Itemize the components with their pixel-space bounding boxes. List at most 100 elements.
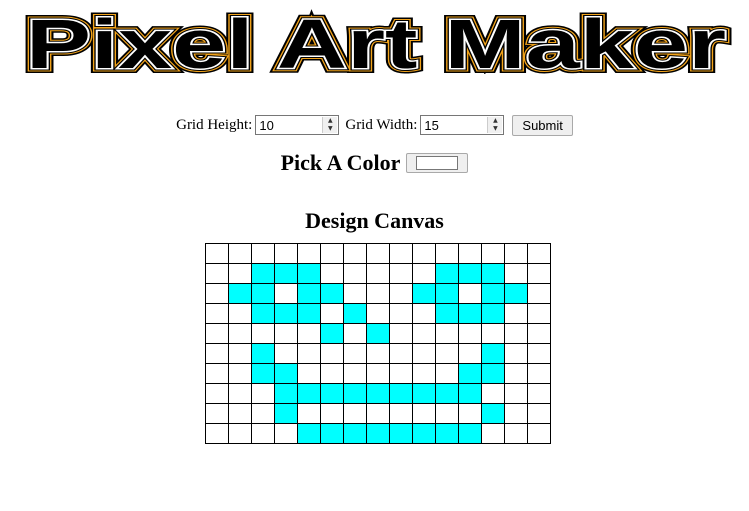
grid-cell[interactable] xyxy=(458,323,482,344)
grid-cell[interactable] xyxy=(297,263,321,284)
grid-cell[interactable] xyxy=(274,263,298,284)
grid-cell[interactable] xyxy=(389,303,413,324)
grid-cell[interactable] xyxy=(228,243,252,264)
grid-cell[interactable] xyxy=(320,283,344,304)
grid-cell[interactable] xyxy=(435,383,459,404)
grid-cell[interactable] xyxy=(274,243,298,264)
grid-cell[interactable] xyxy=(366,283,390,304)
grid-cell[interactable] xyxy=(343,383,367,404)
grid-cell[interactable] xyxy=(412,323,436,344)
grid-cell[interactable] xyxy=(435,343,459,364)
grid-cell[interactable] xyxy=(481,383,505,404)
grid-cell[interactable] xyxy=(435,243,459,264)
grid-cell[interactable] xyxy=(297,283,321,304)
grid-cell[interactable] xyxy=(435,363,459,384)
grid-cell[interactable] xyxy=(274,303,298,324)
grid-cell[interactable] xyxy=(205,323,229,344)
grid-cell[interactable] xyxy=(297,343,321,364)
grid-cell[interactable] xyxy=(481,243,505,264)
grid-cell[interactable] xyxy=(366,403,390,424)
grid-cell[interactable] xyxy=(251,343,275,364)
grid-cell[interactable] xyxy=(205,423,229,444)
grid-height-input[interactable] xyxy=(256,117,322,133)
grid-cell[interactable] xyxy=(297,323,321,344)
grid-cell[interactable] xyxy=(527,243,551,264)
grid-cell[interactable] xyxy=(389,423,413,444)
grid-cell[interactable] xyxy=(504,363,528,384)
grid-cell[interactable] xyxy=(435,323,459,344)
grid-cell[interactable] xyxy=(527,343,551,364)
grid-cell[interactable] xyxy=(274,343,298,364)
grid-cell[interactable] xyxy=(458,383,482,404)
grid-cell[interactable] xyxy=(412,283,436,304)
grid-cell[interactable] xyxy=(481,283,505,304)
grid-cell[interactable] xyxy=(205,263,229,284)
grid-width-field[interactable]: ▲ ▼ xyxy=(420,115,505,135)
grid-cell[interactable] xyxy=(458,423,482,444)
grid-cell[interactable] xyxy=(251,323,275,344)
grid-cell[interactable] xyxy=(527,283,551,304)
spin-down-icon[interactable]: ▼ xyxy=(488,125,503,133)
grid-height-field[interactable]: ▲ ▼ xyxy=(255,115,340,135)
grid-cell[interactable] xyxy=(205,303,229,324)
grid-cell[interactable] xyxy=(297,363,321,384)
grid-cell[interactable] xyxy=(435,263,459,284)
grid-cell[interactable] xyxy=(251,403,275,424)
grid-cell[interactable] xyxy=(435,423,459,444)
grid-cell[interactable] xyxy=(274,403,298,424)
grid-cell[interactable] xyxy=(366,383,390,404)
grid-cell[interactable] xyxy=(228,423,252,444)
grid-cell[interactable] xyxy=(320,363,344,384)
grid-cell[interactable] xyxy=(458,283,482,304)
grid-cell[interactable] xyxy=(297,243,321,264)
grid-cell[interactable] xyxy=(320,423,344,444)
grid-cell[interactable] xyxy=(481,363,505,384)
grid-cell[interactable] xyxy=(527,383,551,404)
grid-cell[interactable] xyxy=(389,323,413,344)
grid-cell[interactable] xyxy=(412,303,436,324)
grid-cell[interactable] xyxy=(504,263,528,284)
grid-cell[interactable] xyxy=(366,303,390,324)
spin-down-icon[interactable]: ▼ xyxy=(323,125,338,133)
grid-cell[interactable] xyxy=(504,243,528,264)
grid-cell[interactable] xyxy=(274,383,298,404)
grid-cell[interactable] xyxy=(481,303,505,324)
grid-cell[interactable] xyxy=(458,343,482,364)
grid-cell[interactable] xyxy=(504,383,528,404)
grid-cell[interactable] xyxy=(412,403,436,424)
grid-cell[interactable] xyxy=(228,323,252,344)
grid-width-spinner[interactable]: ▲ ▼ xyxy=(487,117,503,133)
grid-cell[interactable] xyxy=(205,283,229,304)
grid-cell[interactable] xyxy=(205,363,229,384)
grid-cell[interactable] xyxy=(320,403,344,424)
grid-cell[interactable] xyxy=(343,263,367,284)
grid-cell[interactable] xyxy=(481,263,505,284)
grid-cell[interactable] xyxy=(251,363,275,384)
grid-cell[interactable] xyxy=(228,263,252,284)
grid-cell[interactable] xyxy=(527,303,551,324)
grid-cell[interactable] xyxy=(274,363,298,384)
grid-cell[interactable] xyxy=(343,403,367,424)
grid-cell[interactable] xyxy=(228,383,252,404)
grid-cell[interactable] xyxy=(504,343,528,364)
grid-cell[interactable] xyxy=(228,363,252,384)
grid-cell[interactable] xyxy=(297,403,321,424)
grid-cell[interactable] xyxy=(527,363,551,384)
grid-cell[interactable] xyxy=(389,283,413,304)
spin-up-icon[interactable]: ▲ xyxy=(488,117,503,125)
grid-cell[interactable] xyxy=(228,303,252,324)
design-canvas[interactable] xyxy=(205,243,551,444)
grid-cell[interactable] xyxy=(389,363,413,384)
grid-cell[interactable] xyxy=(389,343,413,364)
grid-cell[interactable] xyxy=(458,243,482,264)
grid-cell[interactable] xyxy=(481,403,505,424)
grid-cell[interactable] xyxy=(297,383,321,404)
grid-cell[interactable] xyxy=(320,263,344,284)
grid-width-input[interactable] xyxy=(421,117,487,133)
grid-cell[interactable] xyxy=(343,243,367,264)
grid-cell[interactable] xyxy=(366,323,390,344)
grid-cell[interactable] xyxy=(343,343,367,364)
grid-cell[interactable] xyxy=(320,343,344,364)
grid-cell[interactable] xyxy=(343,323,367,344)
grid-cell[interactable] xyxy=(297,303,321,324)
